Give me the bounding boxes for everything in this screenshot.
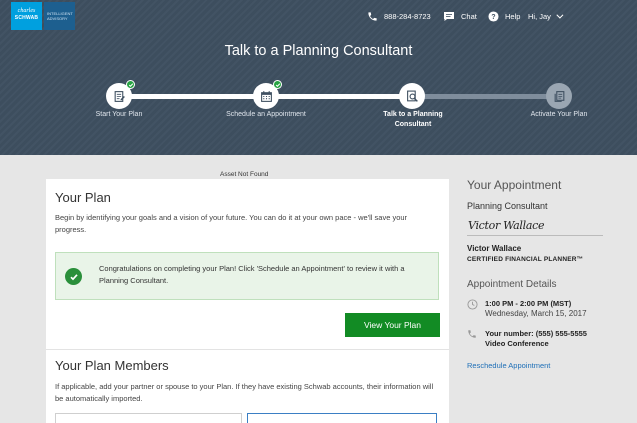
appointment-details-title: Appointment Details <box>467 279 557 290</box>
consultant-name: Victor Wallace <box>467 244 522 253</box>
checkmark-icon <box>126 80 135 89</box>
calendar-icon <box>260 90 272 102</box>
documents-icon <box>554 90 564 102</box>
chevron-down-icon <box>556 11 564 19</box>
logo-line1: charles <box>17 8 36 14</box>
checkmark-icon <box>273 80 282 89</box>
success-message: Congratulations on completing your Plan!… <box>99 264 405 285</box>
plan-card: Your Plan Begin by identifying your goal… <box>46 179 449 423</box>
consultant-role: Planning Consultant <box>467 201 548 211</box>
phone-icon <box>468 330 476 338</box>
success-alert: Congratulations on completing your Plan!… <box>55 252 439 300</box>
success-check-icon <box>65 268 82 285</box>
intelligent-advisory-logo: INTELLIGENT ADVISORY <box>44 2 75 30</box>
progress-track-remaining <box>412 94 559 99</box>
step-label-talk: Talk to a Planning Consultant <box>383 111 443 128</box>
phone-link[interactable]: 888-284-8723 <box>367 9 431 23</box>
asset-not-found-text: Asset Not Found <box>220 171 269 178</box>
plan-members-text: If applicable, add your partner or spous… <box>55 382 434 403</box>
view-plan-button[interactable]: View Your Plan <box>345 313 440 337</box>
contact-number: Your number: (555) 555-5555 <box>485 329 587 338</box>
svg-text:?: ? <box>491 13 495 20</box>
phone-number: 888-284-8723 <box>384 11 431 21</box>
phone-icon <box>368 11 377 21</box>
step-talk-consultant[interactable] <box>399 83 425 109</box>
your-plan-intro: Begin by identifying your goals and a vi… <box>55 213 408 234</box>
clock-icon <box>467 299 478 310</box>
chat-icon <box>444 11 454 21</box>
step-label-schedule: Schedule an Appointment <box>226 111 306 118</box>
user-menu[interactable]: Hi, Jay <box>528 9 564 23</box>
appointment-time: 1:00 PM - 2:00 PM (MST) <box>485 299 572 308</box>
appointment-title: Your Appointment <box>467 178 562 192</box>
page-title: Talk to a Planning Consultant <box>224 43 413 59</box>
chat-label: Chat <box>461 11 477 21</box>
schwab-logo[interactable]: charles SCHWAB <box>11 2 42 30</box>
advisory-line2: ADVISORY <box>47 16 68 21</box>
user-greeting: Hi, Jay <box>528 11 551 21</box>
step-label-start-plan: Start Your Plan <box>95 111 143 118</box>
chat-link[interactable]: Chat <box>443 9 477 23</box>
reschedule-link[interactable]: Reschedule Appointment <box>467 361 550 370</box>
appointment-date: Wednesday, March 15, 2017 <box>485 309 587 318</box>
consultant-signature: Victor Wallace <box>467 219 603 236</box>
member-card-primary[interactable] <box>55 413 242 423</box>
help-link[interactable]: ? Help <box>488 9 520 23</box>
signature-text: Victor Wallace <box>468 219 545 232</box>
plan-members-title: Your Plan Members <box>55 358 169 373</box>
add-member-card[interactable] <box>247 413 437 423</box>
step-schedule-appointment[interactable] <box>253 80 282 109</box>
document-search-icon <box>406 90 418 102</box>
section-divider <box>46 349 449 350</box>
plan-document-icon <box>114 90 125 102</box>
step-activate-plan[interactable] <box>546 83 572 109</box>
consultant-credential: CERTIFIED FINANCIAL PLANNER™ <box>467 256 584 263</box>
logo-line2: SCHWAB <box>14 15 39 21</box>
header: charles SCHWAB INTELLIGENT ADVISORY 888-… <box>0 0 637 155</box>
help-icon: ? <box>488 10 499 22</box>
meeting-method: Video Conference <box>485 339 549 348</box>
step-start-plan[interactable] <box>106 80 135 109</box>
help-label: Help <box>505 11 521 21</box>
step-label-activate: Activate Your Plan <box>530 111 588 118</box>
your-plan-title: Your Plan <box>55 190 111 205</box>
